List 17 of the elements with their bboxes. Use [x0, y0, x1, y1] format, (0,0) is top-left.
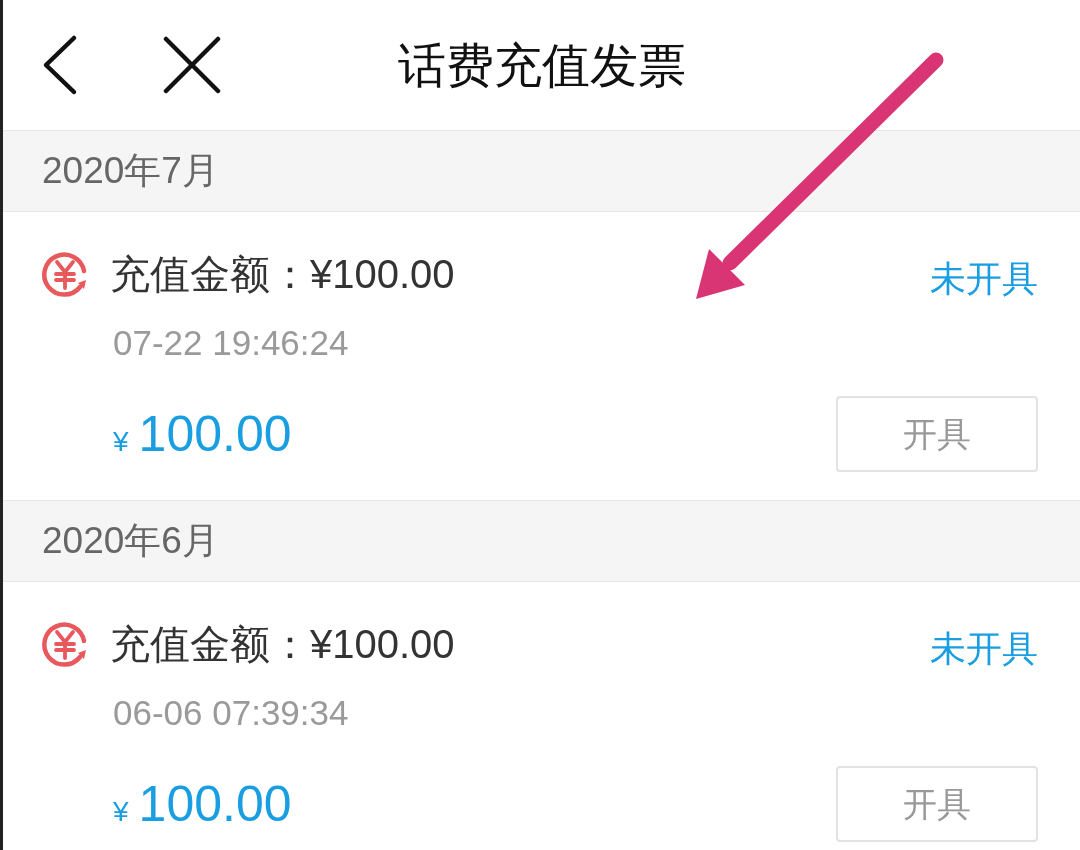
- recharge-amount-label: 充值金额：¥100.00: [110, 251, 455, 298]
- recharge-amount-label: 充值金额：¥100.00: [110, 621, 455, 668]
- back-icon[interactable]: [41, 34, 79, 96]
- issue-invoice-button[interactable]: 开具: [836, 766, 1038, 842]
- close-icon[interactable]: [163, 36, 221, 94]
- currency-symbol: ¥: [113, 425, 129, 459]
- issue-invoice-button[interactable]: 开具: [836, 396, 1038, 472]
- recharge-time: 06-06 07:39:34: [113, 692, 349, 734]
- amount-value: 100.00: [138, 405, 292, 463]
- recharge-time: 07-22 19:46:24: [113, 322, 349, 364]
- status-label: 未开具: [930, 627, 1038, 671]
- amount-value: 100.00: [138, 775, 292, 833]
- currency-symbol: ¥: [113, 795, 129, 829]
- status-label: 未开具: [930, 257, 1038, 301]
- month-label: 2020年6月: [42, 519, 219, 563]
- page-title: 话费充值发票: [397, 38, 686, 94]
- month-label: 2020年7月: [42, 149, 219, 193]
